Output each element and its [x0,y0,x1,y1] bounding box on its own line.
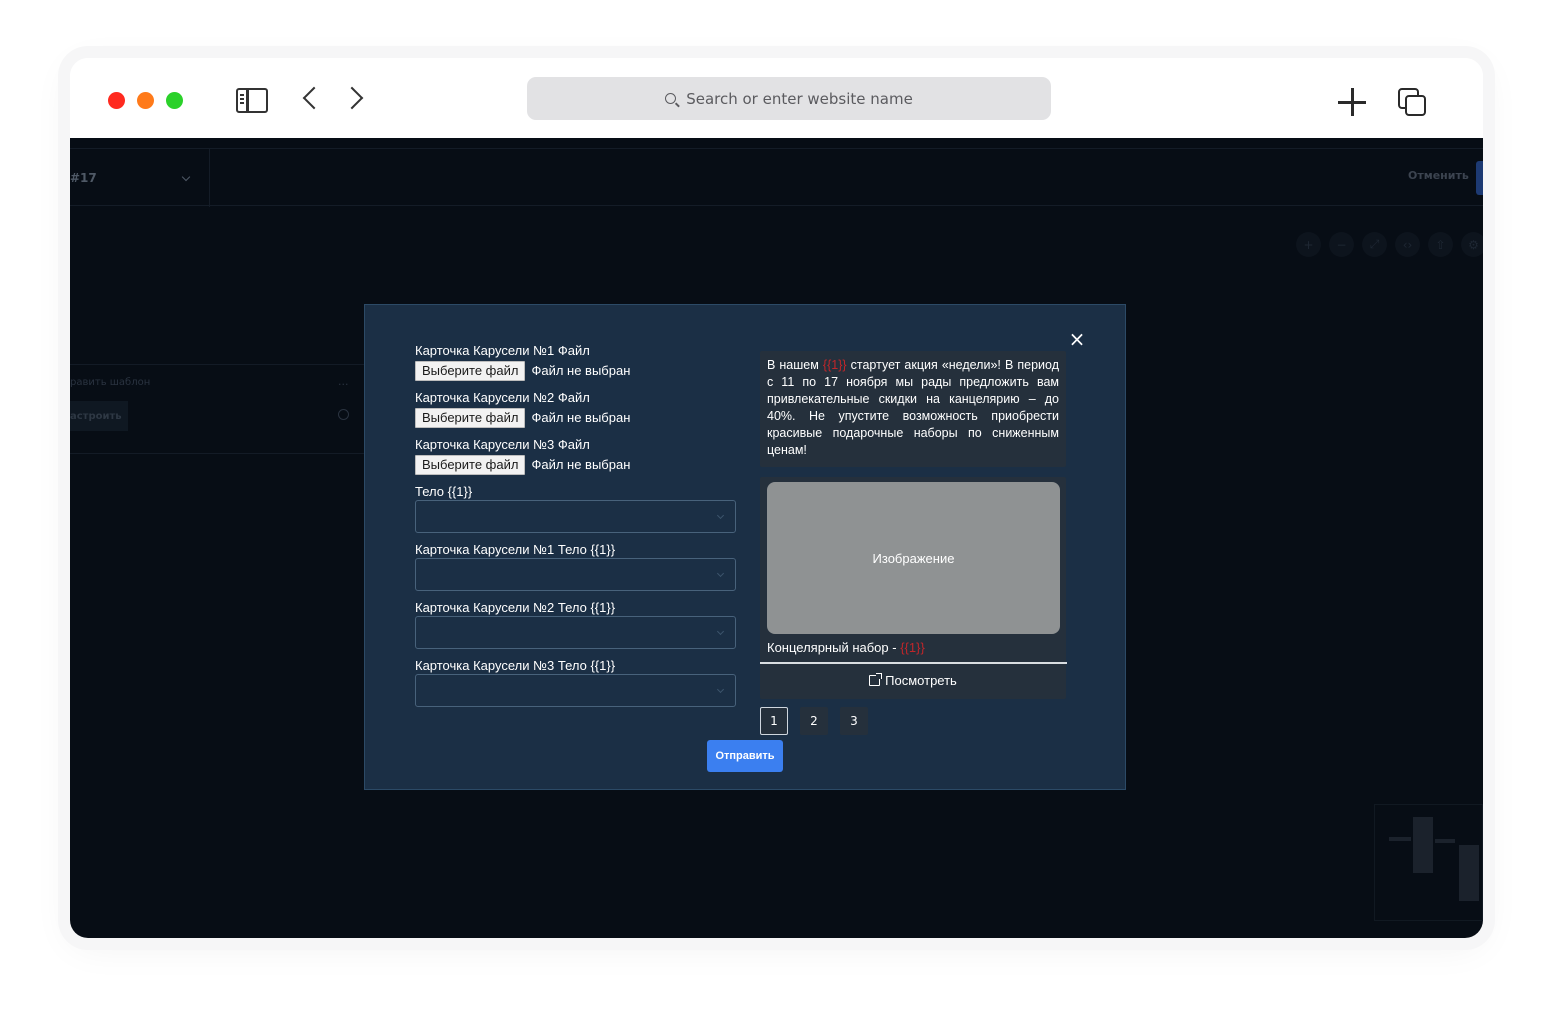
app-topbar: #17 Отменить [70,148,1483,207]
card-caption-text: Концелярный набор - [767,640,901,655]
zoom-window-button[interactable] [166,92,183,109]
send-template-modal: × Карточка Карусели №1 Файл Выберите фай… [364,304,1126,790]
search-icon [665,93,677,104]
submit-button[interactable]: Отправить [707,740,783,772]
browser-toolbar: Search or enter website name [70,58,1483,138]
cancel-button[interactable]: Отменить [1408,169,1469,182]
save-button[interactable] [1476,161,1483,195]
settings-icon[interactable]: ⚙ [1461,232,1483,257]
template-node-panel: равить шаблон ... астроить [70,364,370,454]
message-text: стартует акция «недели»! В период с 11 п… [767,358,1059,457]
card-1-body-select[interactable] [415,558,736,591]
zoom-out-icon[interactable]: − [1329,232,1354,257]
node-handle[interactable] [338,409,349,420]
view-button[interactable]: Посмотреть [760,664,1066,697]
page-button-2[interactable]: 2 [800,707,828,735]
page-button-1[interactable]: 1 [760,707,788,735]
carousel-card: Изображение Концелярный набор - {{1}} По… [760,477,1067,699]
card-caption: Концелярный набор - {{1}} [767,640,925,655]
template-form: Карточка Карусели №1 Файл Выберите файл … [415,343,737,716]
body-variable-select[interactable] [415,500,736,533]
address-placeholder: Search or enter website name [686,89,913,108]
tab-overview-icon[interactable] [1398,88,1426,116]
zoom-in-icon[interactable]: + [1296,232,1321,257]
file-status: Файл не выбран [531,457,631,472]
card-image-placeholder: Изображение [767,482,1060,634]
message-preview: В нашем {{1}} стартует акция «недели»! В… [760,351,1067,699]
file-status: Файл не выбран [531,410,631,425]
chevron-down-icon [181,172,191,182]
body-variable-field: Тело {{1}} [415,484,737,542]
back-chevron-icon[interactable] [302,86,326,110]
field-label: Карточка Карусели №3 Тело {{1}} [415,658,616,673]
canvas-toolbar: + − ⤢ ‹› ⇧ ⚙ [1296,232,1483,257]
field-label: Карточка Карусели №1 Тело {{1}} [415,542,616,557]
carousel-pager: 1 2 3 [760,707,868,735]
configure-button[interactable]: астроить [70,401,128,431]
image-placeholder-label: Изображение [872,550,955,566]
card-3-body-field: Карточка Карусели №3 Тело {{1}} [415,658,737,716]
minimize-window-button[interactable] [137,92,154,109]
file-status: Файл не выбран [531,363,631,378]
chevron-down-icon [716,569,725,578]
file-field-2: Карточка Карусели №2 Файл Выберите файл … [415,390,737,437]
file-field-1: Карточка Карусели №1 Файл Выберите файл … [415,343,737,390]
app-canvas: #17 Отменить + − ⤢ ‹› ⇧ ⚙ равить шаблон … [70,138,1483,938]
browser-window: Search or enter website name #17 Отменит… [70,58,1483,938]
message-text: В нашем [767,358,823,372]
address-bar[interactable]: Search or enter website name [527,77,1051,120]
more-icon[interactable]: ... [338,375,349,388]
card-3-body-select[interactable] [415,674,736,707]
field-label: Карточка Карусели №2 Файл [415,390,590,405]
card-2-body-select[interactable] [415,616,736,649]
new-tab-plus-icon[interactable] [1338,88,1366,116]
close-icon[interactable]: × [1065,327,1089,351]
message-bubble: В нашем {{1}} стартует акция «недели»! В… [760,351,1066,467]
flow-selector-label: #17 [70,171,97,185]
external-link-icon [869,673,883,686]
edit-template-label: равить шаблон [70,377,151,388]
forward-chevron-icon[interactable] [340,86,364,110]
export-icon[interactable]: ⇧ [1428,232,1453,257]
card-caption-variable: {{1}} [900,640,925,655]
chevron-down-icon [716,511,725,520]
flow-selector[interactable]: #17 [70,149,210,207]
view-button-label: Посмотреть [885,673,957,688]
card-2-body-field: Карточка Карусели №2 Тело {{1}} [415,600,737,658]
field-label: Карточка Карусели №1 Файл [415,343,590,358]
sidebar-toggle-icon[interactable] [236,88,268,113]
minimap[interactable] [1374,804,1483,921]
chevron-down-icon [716,627,725,636]
choose-file-button[interactable]: Выберите файл [415,360,526,381]
choose-file-button[interactable]: Выберите файл [415,407,526,428]
message-variable: {{1}} [822,358,847,372]
code-icon[interactable]: ‹› [1395,232,1420,257]
chevron-down-icon [716,685,725,694]
page-button-3[interactable]: 3 [840,707,868,735]
field-label: Карточка Карусели №2 Тело {{1}} [415,600,616,615]
card-1-body-field: Карточка Карусели №1 Тело {{1}} [415,542,737,600]
choose-file-button[interactable]: Выберите файл [415,454,526,475]
file-field-3: Карточка Карусели №3 Файл Выберите файл … [415,437,737,484]
field-label: Тело {{1}} [415,484,473,499]
fit-view-icon[interactable]: ⤢ [1362,232,1387,257]
field-label: Карточка Карусели №3 Файл [415,437,590,452]
close-window-button[interactable] [108,92,125,109]
